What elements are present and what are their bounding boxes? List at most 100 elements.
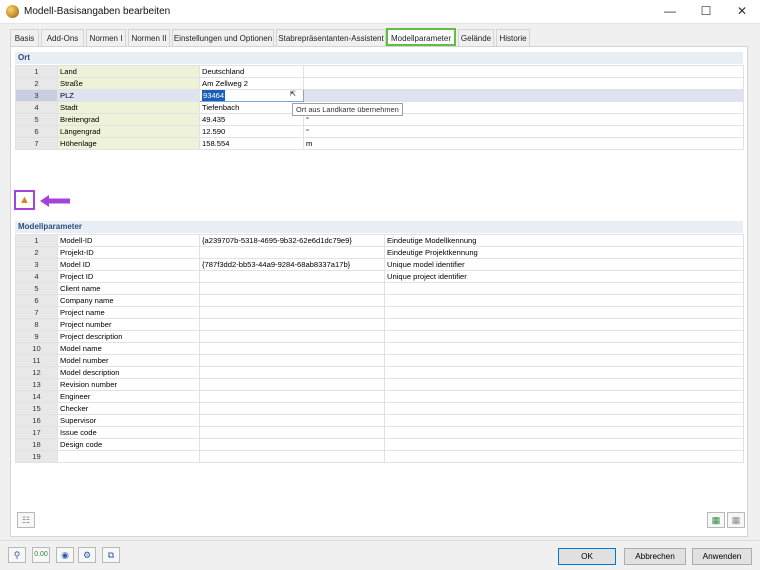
param-value[interactable]: Tiefenbach bbox=[199, 101, 304, 114]
param-value[interactable] bbox=[199, 438, 385, 451]
row-number: 5 bbox=[15, 113, 58, 126]
tab-historie[interactable]: Historie bbox=[496, 29, 530, 46]
table-row[interactable]: 9 Project description bbox=[15, 330, 744, 343]
param-value[interactable] bbox=[199, 330, 385, 343]
table-row[interactable]: 14 Engineer bbox=[15, 390, 744, 403]
export-button[interactable]: ▦ bbox=[727, 512, 745, 528]
row-number: 1 bbox=[15, 234, 58, 247]
plz-input-cell[interactable]: 93464 bbox=[199, 89, 304, 102]
param-description: Unique project identifier bbox=[384, 270, 744, 283]
param-name: Modell-ID bbox=[57, 234, 200, 247]
param-value[interactable] bbox=[199, 270, 385, 283]
close-button[interactable]: ✕ bbox=[724, 0, 760, 24]
table-row[interactable]: 2 Straße Am Zellweg 2 bbox=[15, 77, 744, 90]
model-icon[interactable]: ◉ bbox=[56, 547, 74, 563]
param-name: Model ID bbox=[57, 258, 200, 271]
location-utility-button[interactable]: ▲ bbox=[14, 190, 35, 210]
table-row[interactable]: 13 Revision number bbox=[15, 378, 744, 391]
param-value[interactable] bbox=[199, 354, 385, 367]
import-button[interactable]: ▦ bbox=[707, 512, 725, 528]
param-value[interactable] bbox=[199, 246, 385, 259]
row-number: 15 bbox=[15, 402, 58, 415]
table-row[interactable]: 1 Modell-ID {a239707b-5318-4695-9b32-62e6d… bbox=[15, 234, 744, 247]
param-value[interactable] bbox=[199, 390, 385, 403]
table-row[interactable]: 3 Model ID {787f3dd2-bb53-44a9-9284-68ab83… bbox=[15, 258, 744, 271]
table-row[interactable]: 18 Design code bbox=[15, 438, 744, 451]
tab-normen-2[interactable]: Normen II bbox=[128, 29, 170, 46]
param-unit bbox=[303, 89, 744, 102]
table-row[interactable]: 1 Land Deutschland bbox=[15, 65, 744, 78]
row-number: 4 bbox=[15, 270, 58, 283]
param-value[interactable]: 49.435 bbox=[199, 113, 304, 126]
param-value[interactable]: {a239707b-5318-4695-9b32-62e6d1dc79e9} bbox=[199, 234, 385, 247]
table-row[interactable]: 19 bbox=[15, 450, 744, 463]
minimize-button[interactable]: — bbox=[652, 0, 688, 24]
param-description bbox=[384, 402, 744, 415]
tab-stabrepraesentanten[interactable]: Stabrepräsentanten-Assistent bbox=[276, 29, 386, 46]
param-name: Breitengrad bbox=[57, 113, 200, 126]
param-value[interactable] bbox=[199, 294, 385, 307]
param-value[interactable] bbox=[199, 426, 385, 439]
param-value[interactable] bbox=[199, 342, 385, 355]
tab-gelaende[interactable]: Gelände bbox=[458, 29, 494, 46]
param-value[interactable] bbox=[199, 282, 385, 295]
section-ort-header: Ort bbox=[15, 52, 743, 64]
copy-icon[interactable]: ⧉ bbox=[102, 547, 120, 563]
table-row[interactable]: 12 Model description bbox=[15, 366, 744, 379]
tab-basis[interactable]: Basis bbox=[10, 29, 39, 46]
map-pick-icon[interactable]: ⇱ bbox=[290, 90, 300, 99]
param-value[interactable] bbox=[199, 414, 385, 427]
param-description bbox=[384, 378, 744, 391]
param-value[interactable] bbox=[199, 318, 385, 331]
search-icon[interactable]: ⚲ bbox=[8, 547, 26, 563]
tab-normen-1[interactable]: Normen I bbox=[86, 29, 126, 46]
param-value[interactable] bbox=[199, 378, 385, 391]
param-value[interactable]: {787f3dd2-bb53-44a9-9284-68ab8337a17b} bbox=[199, 258, 385, 271]
ok-button[interactable]: OK bbox=[558, 548, 616, 565]
param-value[interactable] bbox=[199, 450, 385, 463]
param-description bbox=[384, 438, 744, 451]
table-row[interactable]: 8 Project number bbox=[15, 318, 744, 331]
table-row[interactable]: 5 Client name bbox=[15, 282, 744, 295]
maximize-button[interactable]: ☐ bbox=[688, 0, 724, 24]
param-value[interactable]: Deutschland bbox=[199, 65, 304, 78]
table-row[interactable]: 4 Project ID Unique project identifier bbox=[15, 270, 744, 283]
param-value[interactable] bbox=[199, 306, 385, 319]
cancel-button[interactable]: Abbrechen bbox=[624, 548, 686, 565]
table-row[interactable]: 7 Höhenlage 158.554 m bbox=[15, 137, 744, 150]
param-name: Model name bbox=[57, 342, 200, 355]
table-row[interactable]: 2 Projekt-ID Eindeutige Projektkennung bbox=[15, 246, 744, 259]
table-row[interactable]: 7 Project name bbox=[15, 306, 744, 319]
row-number: 8 bbox=[15, 318, 58, 331]
apply-button[interactable]: Anwenden bbox=[692, 548, 752, 565]
param-value[interactable] bbox=[199, 402, 385, 415]
settings-icon[interactable]: ⚙ bbox=[78, 547, 96, 563]
table-row[interactable]: 16 Supervisor bbox=[15, 414, 744, 427]
table-row[interactable]: 11 Model number bbox=[15, 354, 744, 367]
table-row[interactable]: 6 Längengrad 12.590 ° bbox=[15, 125, 744, 138]
param-name: Höhenlage bbox=[57, 137, 200, 150]
tab-modellparameter[interactable]: Modellparameter bbox=[386, 28, 456, 46]
row-number: 13 bbox=[15, 378, 58, 391]
param-name: Client name bbox=[57, 282, 200, 295]
table-row[interactable]: 17 Issue code bbox=[15, 426, 744, 439]
table-row[interactable]: 6 Company name bbox=[15, 294, 744, 307]
param-value[interactable]: 12.590 bbox=[199, 125, 304, 138]
param-name: Issue code bbox=[57, 426, 200, 439]
param-value[interactable] bbox=[199, 366, 385, 379]
tab-add-ons[interactable]: Add-Ons bbox=[41, 29, 84, 46]
param-description bbox=[384, 342, 744, 355]
table-row-selected[interactable]: 3 PLZ 93464 bbox=[15, 89, 744, 102]
table-export-button[interactable]: ☷ bbox=[17, 512, 35, 528]
param-name: Projekt-ID bbox=[57, 246, 200, 259]
table-row[interactable]: 15 Checker bbox=[15, 402, 744, 415]
param-name: Project name bbox=[57, 306, 200, 319]
zero-value-button[interactable]: 0.00 bbox=[32, 547, 50, 563]
row-number: 4 bbox=[15, 101, 58, 114]
table-row[interactable]: 10 Model name bbox=[15, 342, 744, 355]
param-value[interactable]: 158.554 bbox=[199, 137, 304, 150]
param-value[interactable]: Am Zellweg 2 bbox=[199, 77, 304, 90]
param-description: Eindeutige Modellkennung bbox=[384, 234, 744, 247]
tab-einstellungen[interactable]: Einstellungen und Optionen bbox=[172, 29, 274, 46]
plz-input[interactable]: 93464 bbox=[202, 90, 226, 101]
